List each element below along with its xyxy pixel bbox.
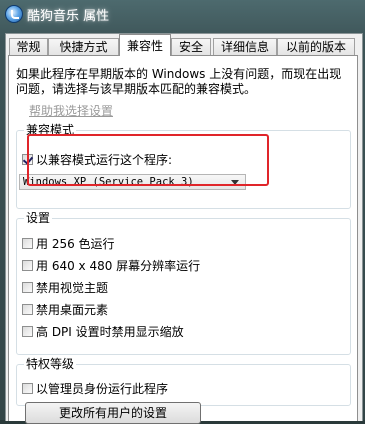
option-disable-desktop-composition-checkbox[interactable] [22,304,33,315]
window-title: 酷狗音乐 属性 [27,9,110,24]
compat-mode-group-label: 兼容模式 [24,123,77,138]
run-as-admin-label: 以管理员身份运行此程序 [36,382,169,396]
tab-shortcut[interactable]: 快捷方式 [48,38,119,55]
os-version-select[interactable]: Windows XP (Service Pack 3) [19,174,246,190]
option-640x480-label: 用 640 x 480 屏幕分辨率运行 [36,259,201,273]
help-choose-settings-link[interactable]: 帮助我选择设置 [29,102,113,119]
os-version-selected: Windows XP (Service Pack 3) [23,176,194,188]
compat-mode-group: 兼容模式 [16,123,351,209]
tab-general[interactable]: 常规 [9,38,48,55]
privilege-group-label: 特权等级 [24,357,77,372]
tab-details[interactable]: 详细信息 [213,38,277,55]
compatibility-tab-content: 如果此程序在早期版本的 Windows 上没有问题，而现在出现问题，请选择与该早… [8,55,358,424]
compat-mode-checkbox-label: 以兼容模式运行这个程序: [36,153,173,167]
option-256-colors-label: 用 256 色运行 [36,237,115,251]
option-disable-themes-label: 禁用视觉主题 [36,281,109,295]
option-disable-themes-checkbox[interactable] [22,282,33,293]
chevron-down-icon [231,180,239,185]
properties-window: 酷狗音乐 属性 常规 快捷方式 兼容性 安全 详细信息 以前的版本 如果此程序在… [0,0,365,424]
run-as-admin-checkbox[interactable] [22,383,33,394]
option-disable-dpi-scaling-label: 高 DPI 设置时禁用显示缩放 [36,325,184,339]
title-bar[interactable]: 酷狗音乐 属性 [0,0,365,28]
kugou-app-icon [5,5,23,23]
option-256-colors-checkbox[interactable] [22,238,33,249]
tab-previous-versions[interactable]: 以前的版本 [277,38,355,55]
tab-security[interactable]: 安全 [171,38,211,55]
option-640x480-checkbox[interactable] [22,260,33,271]
compat-mode-checkbox[interactable] [22,154,33,165]
settings-group-label: 设置 [24,211,53,226]
change-all-users-button[interactable]: 更改所有用户的设置 [25,402,201,424]
dialog-panel: 常规 快捷方式 兼容性 安全 详细信息 以前的版本 如果此程序在早期版本的 Wi… [5,33,363,424]
compatibility-description: 如果此程序在早期版本的 Windows 上没有问题，而现在出现问题，请选择与该早… [16,67,342,96]
option-disable-dpi-scaling-checkbox[interactable] [22,326,33,337]
tab-compatibility[interactable]: 兼容性 [119,34,171,56]
option-disable-desktop-composition-label: 禁用桌面元素 [36,303,109,317]
